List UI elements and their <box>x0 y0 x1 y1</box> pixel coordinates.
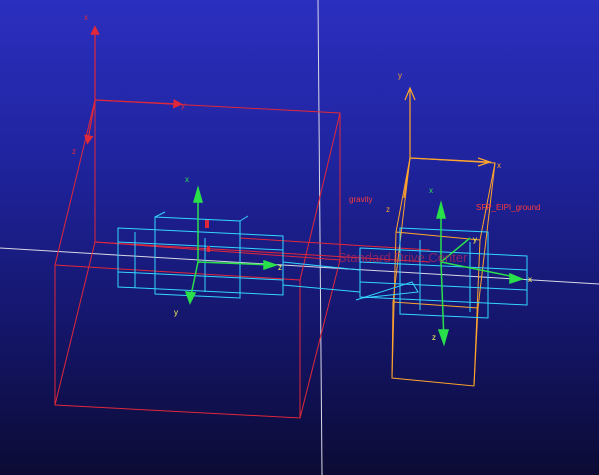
ground-label: SFP_EIPI_ground <box>476 203 540 212</box>
left-axis-x-label: x <box>185 175 189 184</box>
orange-frame-axes <box>403 86 492 199</box>
red-axis-z-label: z <box>72 147 76 156</box>
red-axis-y-label: y <box>181 101 185 110</box>
red-joint-markers <box>205 220 210 252</box>
right-axis-x-label: x <box>429 186 433 195</box>
3d-viewport[interactable]: x y z y x z x y z x y z x gravity SFP_EI… <box>0 0 599 475</box>
orange-axis-y-label: y <box>398 71 402 80</box>
right-axis-z-label: z <box>432 333 436 342</box>
orange-axis-z-label: z <box>386 205 390 214</box>
right-joint-axes <box>436 200 525 347</box>
scene-canvas[interactable]: x y z y x z x y z x y z x gravity SFP_EI… <box>0 0 599 475</box>
right-axis-extra-label: x <box>528 275 532 284</box>
center-label: Standard Drive Center <box>338 250 468 265</box>
left-shaft-wireframe[interactable] <box>117 211 284 299</box>
orange-axis-x-label: x <box>497 161 501 170</box>
right-axis-y-label: y <box>473 235 477 244</box>
left-axis-y-label: y <box>174 308 178 317</box>
gravity-label: gravity <box>349 195 373 204</box>
left-axis-z-label: z <box>278 263 282 272</box>
red-frame-axes <box>84 25 183 145</box>
red-axis-x-label: x <box>84 13 88 22</box>
